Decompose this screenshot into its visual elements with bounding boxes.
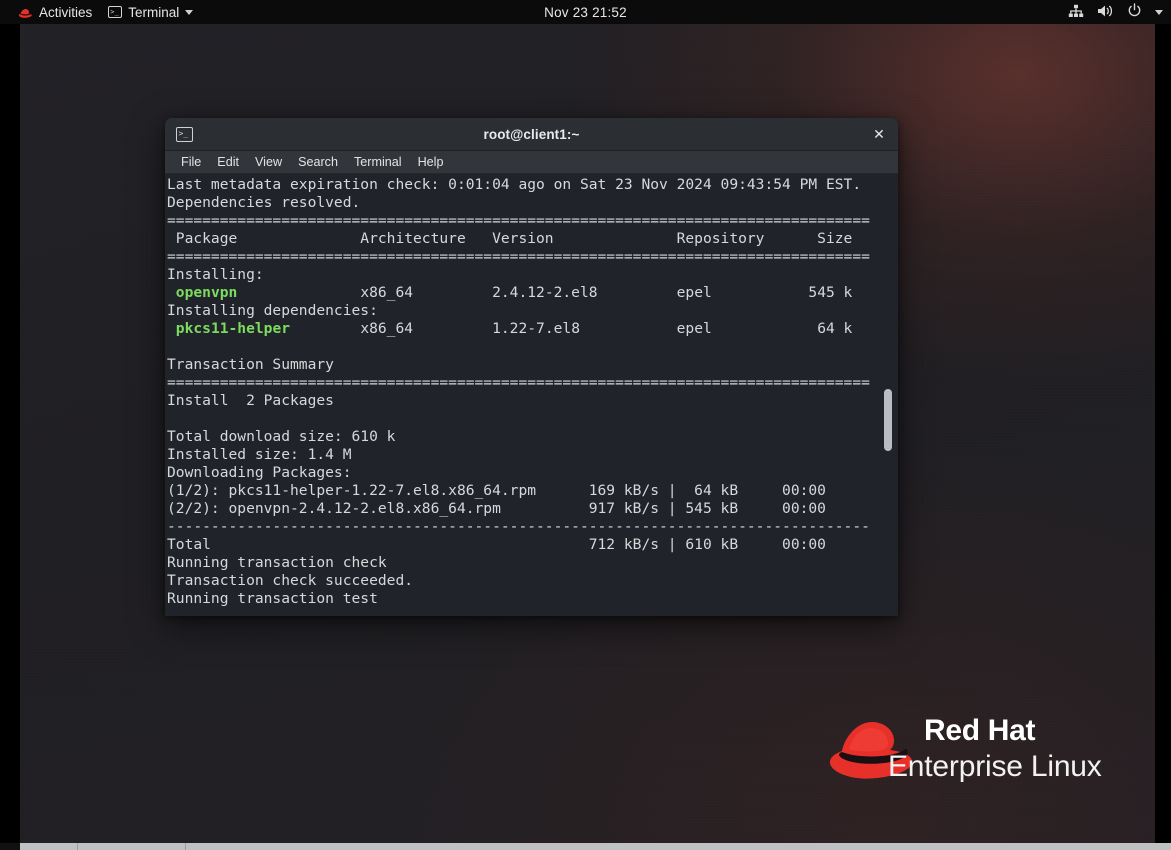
menu-item-view[interactable]: View xyxy=(247,153,290,171)
rhel-logo-line1: Red Hat xyxy=(924,714,1036,747)
terminal-line: Total 712 kB/s | 610 kB 00:00 xyxy=(167,536,826,553)
terminal-line: Running transaction test xyxy=(167,590,378,607)
window-titlebar[interactable]: root@client1:~ ✕ xyxy=(165,118,898,151)
terminal-line: Total download size: 610 k xyxy=(167,428,396,445)
terminal-line: ----------------------------------------… xyxy=(167,518,870,535)
terminal-window[interactable]: root@client1:~ ✕ File Edit View Search T… xyxy=(165,118,898,616)
terminal-line: pkcs11-helper x86_64 1.22-7.el8 epel 64 … xyxy=(175,320,853,337)
terminal-line: Installed size: 1.4 M xyxy=(167,446,352,463)
menu-item-help[interactable]: Help xyxy=(410,153,452,171)
terminal-scrollbar-thumb[interactable] xyxy=(884,389,892,451)
desktop: Red Hat Enterprise Linux root@client1:~ … xyxy=(0,0,1171,850)
redhat-logo-icon xyxy=(18,7,33,18)
screen-bottom-strip xyxy=(0,843,1171,850)
terminal-line: Installing: xyxy=(167,266,264,283)
terminal-line: ========================================… xyxy=(167,374,870,391)
terminal-line: Installing dependencies: xyxy=(167,302,378,319)
window-title: root@client1:~ xyxy=(483,126,580,142)
menu-item-search[interactable]: Search xyxy=(290,153,346,171)
terminal-line: Package Architecture Version Repository … xyxy=(167,230,853,247)
terminal-icon xyxy=(108,6,123,18)
system-status-area[interactable] xyxy=(1068,0,1163,24)
volume-icon[interactable] xyxy=(1097,4,1114,21)
rhel-logo-line2: Enterprise Linux xyxy=(888,750,1102,783)
menu-item-file[interactable]: File xyxy=(173,153,209,171)
terminal-line: ========================================… xyxy=(167,212,870,229)
app-menu-label: Terminal xyxy=(128,4,180,20)
bottom-strip-divider-2 xyxy=(185,843,186,850)
terminal-line: Transaction Summary xyxy=(167,356,334,373)
bottom-strip-divider-1 xyxy=(77,843,78,850)
screen-right-edge xyxy=(1155,24,1171,844)
menu-bar[interactable]: File Edit View Search Terminal Help xyxy=(165,151,898,174)
terminal-line: openvpn x86_64 2.4.12-2.el8 epel 545 k xyxy=(175,284,853,301)
network-wired-icon[interactable] xyxy=(1068,4,1084,21)
terminal-scrollbar[interactable] xyxy=(882,174,896,616)
power-icon[interactable] xyxy=(1127,3,1142,21)
package-name: openvpn xyxy=(175,284,238,301)
bottom-strip-dark-segment xyxy=(0,843,20,850)
chevron-down-icon[interactable] xyxy=(1155,9,1163,15)
clock-label: Nov 23 21:52 xyxy=(544,4,627,20)
terminal-line: (2/2): openvpn-2.4.12-2.el8.x86_64.rpm 9… xyxy=(167,500,826,517)
terminal-line: Transaction check succeeded. xyxy=(167,572,414,589)
terminal-line: Downloading Packages: xyxy=(167,464,352,481)
terminal-line: (1/2): pkcs11-helper-1.22-7.el8.x86_64.r… xyxy=(167,482,826,499)
screen-left-edge xyxy=(0,24,20,844)
close-icon[interactable]: ✕ xyxy=(869,125,889,145)
gnome-top-bar[interactable]: Activities Terminal Nov 23 21:52 xyxy=(0,0,1171,24)
activities-label: Activities xyxy=(39,4,93,20)
terminal-line: Install 2 Packages xyxy=(167,392,334,409)
chevron-down-icon xyxy=(185,9,194,15)
terminal-body[interactable]: Last metadata expiration check: 0:01:04 … xyxy=(165,174,898,616)
terminal-output: Last metadata expiration check: 0:01:04 … xyxy=(165,174,898,608)
menu-item-edit[interactable]: Edit xyxy=(209,153,247,171)
rhel-branding-logo: Red Hat Enterprise Linux xyxy=(824,712,1114,796)
activities-button[interactable]: Activities xyxy=(10,2,100,22)
package-name: pkcs11-helper xyxy=(175,320,291,337)
menu-item-terminal[interactable]: Terminal xyxy=(346,153,410,171)
app-menu-button[interactable]: Terminal xyxy=(100,2,201,22)
terminal-line: Last metadata expiration check: 0:01:04 … xyxy=(167,176,862,193)
terminal-line: Running transaction check xyxy=(167,554,387,571)
terminal-line: ========================================… xyxy=(167,248,870,265)
terminal-line: Dependencies resolved. xyxy=(167,194,361,211)
